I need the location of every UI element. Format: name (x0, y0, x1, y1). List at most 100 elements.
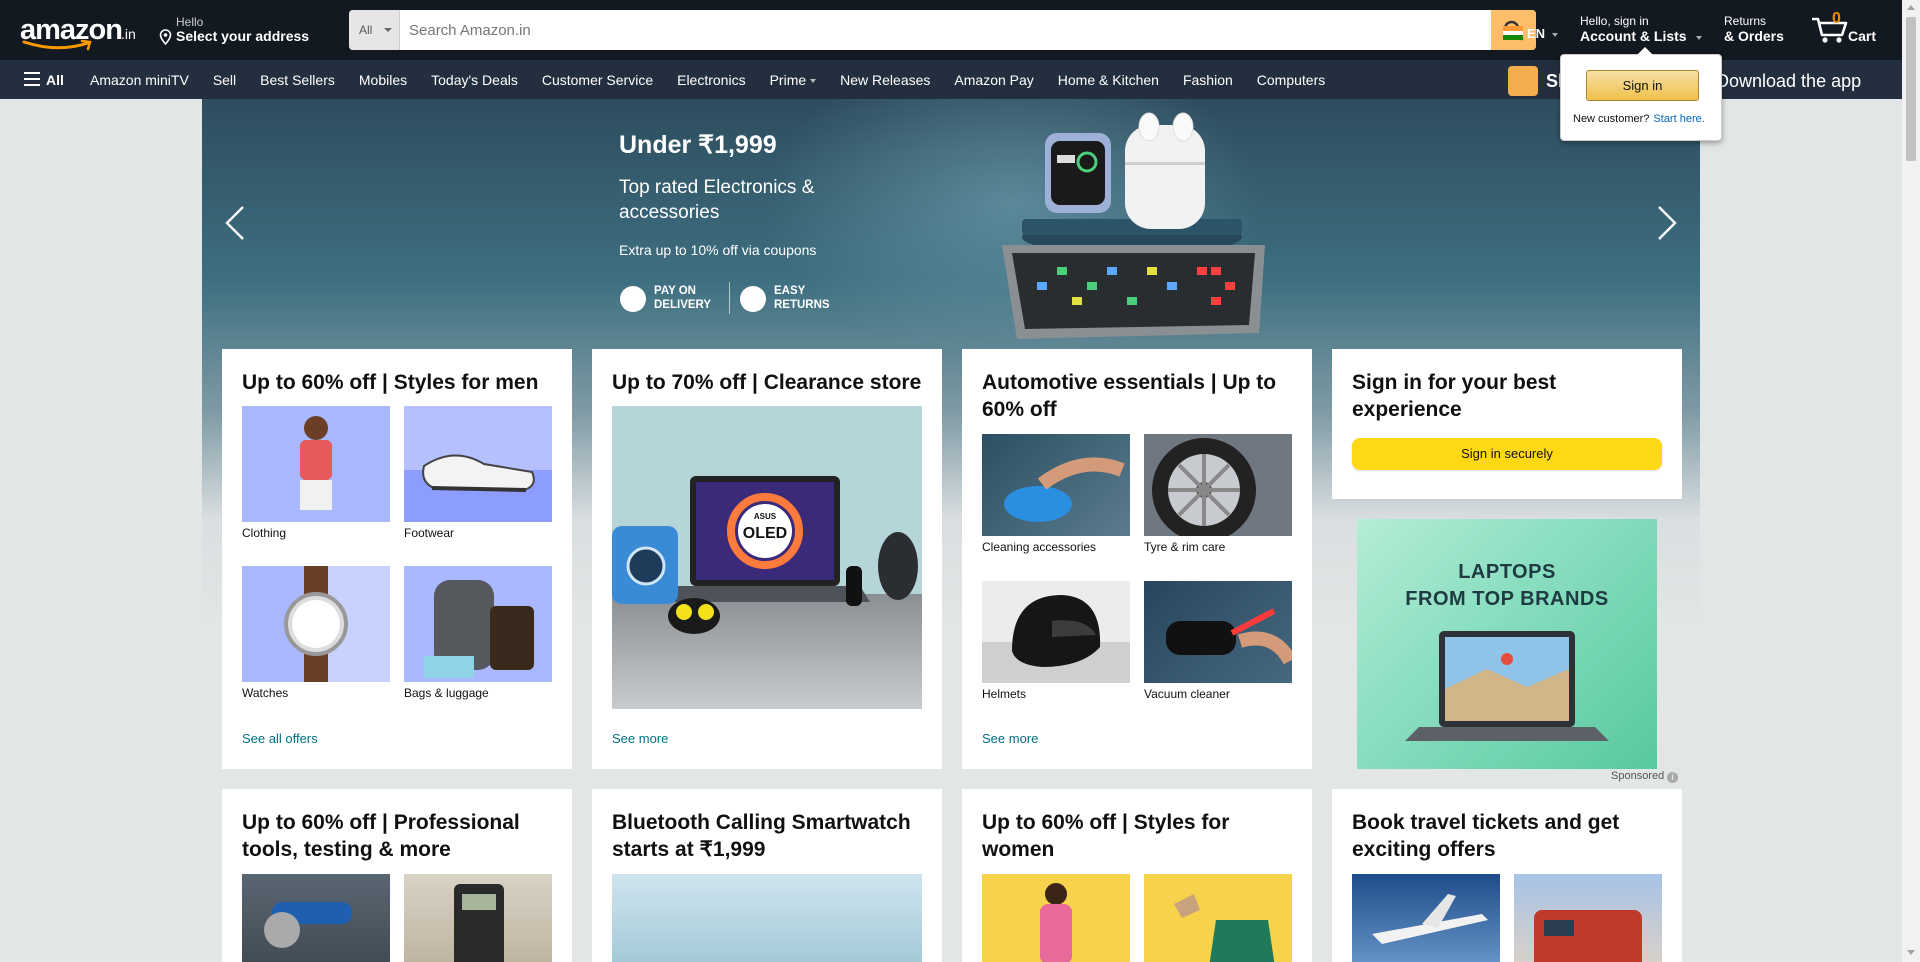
nav-link-electronics[interactable]: Electronics (665, 72, 757, 88)
language-selector[interactable]: EN (1500, 20, 1562, 50)
cart-count: 0 (1832, 10, 1841, 27)
tile-caption: Cleaning accessories (982, 540, 1097, 554)
tile-flights[interactable] (1352, 874, 1500, 962)
search-category-dropdown[interactable]: All (349, 10, 400, 50)
amazon-logo[interactable]: amazon .in (14, 8, 142, 52)
scrollbar-thumb[interactable] (1906, 17, 1916, 161)
amazon-app-icon (1508, 66, 1538, 96)
info-icon: i (1667, 772, 1679, 783)
tile-women-accessories[interactable] (1144, 874, 1292, 962)
returns-box-icon (740, 286, 766, 312)
sign-in-flyout: Sign in New customer? Start here. (1560, 47, 1722, 141)
nav-link-sell[interactable]: Sell (201, 72, 248, 88)
nav-link-new-releases[interactable]: New Releases (828, 72, 942, 88)
hero-subheadline: Top rated Electronics & accessories (619, 177, 815, 223)
nav-link-mobiles[interactable]: Mobiles (347, 72, 419, 88)
carousel-next-arrow-icon[interactable] (1640, 199, 1690, 249)
watches-image (242, 566, 390, 682)
asus-label: ASUS (754, 512, 777, 521)
returns-and-orders[interactable]: Returns & Orders (1718, 14, 1798, 50)
nav-link-prime[interactable]: Prime (758, 72, 829, 88)
nav-link-customer-service[interactable]: Customer Service (530, 72, 665, 88)
cleaning-image (982, 434, 1130, 536)
deliver-to-address[interactable]: Hello Select your address (154, 12, 326, 50)
orders-label: & Orders (1724, 28, 1784, 44)
tile-helmets[interactable]: Helmets (982, 581, 1130, 701)
card-professional-tools: Up to 60% off | Professional tools, test… (222, 789, 572, 962)
see-all-offers-link[interactable]: See all offers (242, 731, 318, 746)
nav-link-todays-deals[interactable]: Today's Deals (419, 72, 530, 88)
scroll-up-arrow-icon[interactable] (1907, 5, 1915, 10)
tile-vacuum-cleaner[interactable]: Vacuum cleaner (1144, 581, 1292, 701)
all-menu-label: All (46, 72, 64, 88)
tile-bags-luggage[interactable]: Bags & luggage (404, 566, 552, 700)
airplane-image (1352, 874, 1500, 962)
women-accessories-image (1144, 874, 1292, 962)
laptop-image (1405, 631, 1609, 741)
sponsored-text: Sponsored (1611, 770, 1665, 782)
nav-link-computers[interactable]: Computers (1245, 72, 1337, 88)
cart-label: Cart (1848, 28, 1877, 44)
pay-on-delivery-label: PAY ON DELIVERY (654, 285, 712, 311)
tile-tools-1[interactable] (242, 874, 390, 962)
angle-grinder-image (242, 874, 390, 962)
card-clearance-store: Up to 70% off | Clearance store OLED ASU… (592, 349, 942, 769)
search-bar: All (349, 10, 1536, 50)
sign-in-securely-button[interactable]: Sign in securely (1352, 438, 1662, 470)
returns-label: Returns (1724, 14, 1767, 28)
tile-clothing[interactable]: Clothing (242, 406, 390, 540)
card-title: Automotive essentials | Up to 60% off (982, 371, 1277, 421)
nav-link-best-sellers[interactable]: Best Sellers (248, 72, 347, 88)
see-more-link[interactable]: See more (982, 731, 1038, 746)
tile-caption: Vacuum cleaner (1144, 687, 1230, 701)
start-here-link[interactable]: Start here. (1653, 113, 1704, 125)
hero-product-image[interactable] (997, 107, 1267, 352)
card-title: Up to 60% off | Styles for women (982, 811, 1230, 861)
new-customer-text: New customer? Start here. (1573, 113, 1705, 125)
tile-women-clothing[interactable] (982, 874, 1130, 962)
account-and-lists[interactable]: Hello, sign in Account & Lists (1574, 14, 1704, 50)
tyre-image (1144, 434, 1292, 536)
card-title: Up to 60% off | Styles for men (242, 371, 539, 394)
cart-button[interactable]: 0 Cart (1808, 8, 1898, 50)
nav-link-amazon-pay[interactable]: Amazon Pay (942, 72, 1045, 88)
pay-on-delivery-badge: PAY ON DELIVERY (620, 282, 720, 314)
carousel-prev-arrow-icon[interactable] (212, 199, 262, 249)
multimeter-image (404, 874, 552, 962)
sponsored-laptops-ad[interactable]: LAPTOPS FROM TOP BRANDS (1357, 519, 1657, 769)
chevron-down-icon (1552, 33, 1558, 37)
nav-link-home-kitchen[interactable]: Home & Kitchen (1046, 72, 1171, 88)
card-title: Up to 70% off | Clearance store (612, 371, 922, 394)
tile-cleaning-accessories[interactable]: Cleaning accessories (982, 434, 1130, 554)
vacuum-image (1144, 581, 1292, 683)
card-automotive-essentials: Automotive essentials | Up to 60% off Cl… (962, 349, 1312, 769)
tile-caption: Clothing (242, 526, 287, 540)
tile-tools-2[interactable] (404, 874, 552, 962)
smartwatch-image[interactable] (612, 874, 922, 962)
deliver-greeting: Hello (176, 15, 204, 29)
flyout-sign-in-button[interactable]: Sign in (1586, 70, 1699, 101)
sponsored-label[interactable]: Sponsored i (1611, 770, 1679, 783)
nav-link-minitv[interactable]: Amazon miniTV (78, 72, 201, 88)
train-image (1514, 874, 1662, 962)
chevron-down-icon (384, 28, 392, 32)
tile-trains[interactable] (1514, 874, 1662, 962)
tile-tyre-rim-care[interactable]: Tyre & rim care (1144, 434, 1292, 554)
scroll-down-arrow-icon[interactable] (1907, 950, 1915, 955)
tile-watches[interactable]: Watches (242, 566, 390, 700)
cart-icon (1812, 17, 1848, 43)
tile-footwear[interactable]: Footwear (404, 406, 552, 540)
chevron-down-icon (810, 78, 817, 83)
search-input[interactable] (400, 10, 1472, 50)
card-sign-in: Sign in for your best experience Sign in… (1332, 349, 1682, 499)
see-more-link[interactable]: See more (612, 731, 668, 746)
account-greeting: Hello, sign in (1580, 14, 1649, 28)
clearance-image[interactable]: OLED ASUS (612, 406, 922, 709)
card-title: Sign in for your best experience (1352, 371, 1557, 421)
hamburger-icon (24, 72, 40, 86)
page-scrollbar[interactable] (1902, 0, 1920, 962)
tile-caption: Watches (242, 686, 289, 700)
clothing-image (242, 406, 390, 522)
hero-headline: Under ₹1,999 (619, 131, 777, 159)
nav-link-fashion[interactable]: Fashion (1171, 72, 1245, 88)
